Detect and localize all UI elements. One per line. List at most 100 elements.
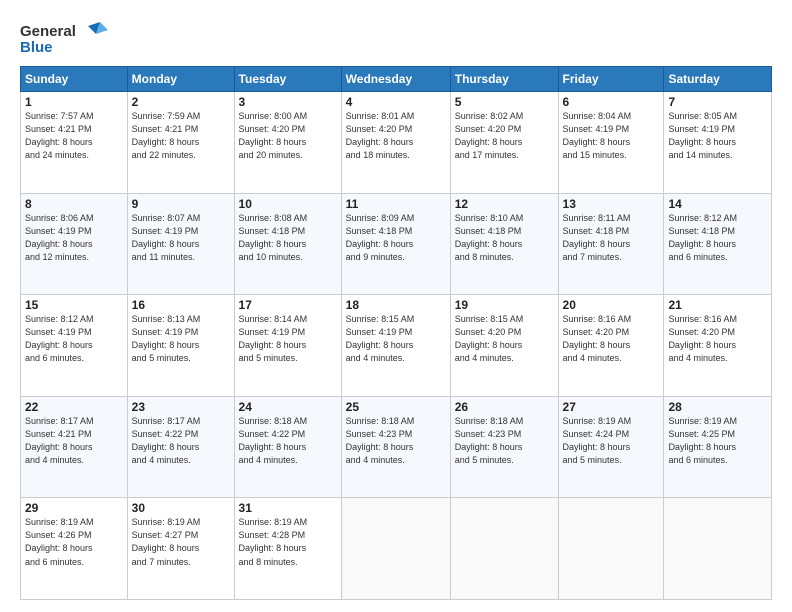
calendar-cell: 15Sunrise: 8:12 AM Sunset: 4:19 PM Dayli… <box>21 295 128 397</box>
day-number: 8 <box>25 197 123 211</box>
calendar-cell: 23Sunrise: 8:17 AM Sunset: 4:22 PM Dayli… <box>127 396 234 498</box>
day-number: 30 <box>132 501 230 515</box>
day-number: 11 <box>346 197 446 211</box>
day-info: Sunrise: 8:12 AM Sunset: 4:19 PM Dayligh… <box>25 313 123 365</box>
day-number: 10 <box>239 197 337 211</box>
day-number: 25 <box>346 400 446 414</box>
weekday-header-thursday: Thursday <box>450 67 558 92</box>
day-info: Sunrise: 8:19 AM Sunset: 4:24 PM Dayligh… <box>563 415 660 467</box>
calendar-cell: 13Sunrise: 8:11 AM Sunset: 4:18 PM Dayli… <box>558 193 664 295</box>
calendar-cell: 14Sunrise: 8:12 AM Sunset: 4:18 PM Dayli… <box>664 193 772 295</box>
calendar-cell: 17Sunrise: 8:14 AM Sunset: 4:19 PM Dayli… <box>234 295 341 397</box>
day-info: Sunrise: 8:15 AM Sunset: 4:19 PM Dayligh… <box>346 313 446 365</box>
calendar-cell: 22Sunrise: 8:17 AM Sunset: 4:21 PM Dayli… <box>21 396 128 498</box>
weekday-header-friday: Friday <box>558 67 664 92</box>
day-info: Sunrise: 8:18 AM Sunset: 4:22 PM Dayligh… <box>239 415 337 467</box>
day-number: 20 <box>563 298 660 312</box>
svg-text:General: General <box>20 23 76 40</box>
day-number: 31 <box>239 501 337 515</box>
calendar-cell <box>558 498 664 600</box>
day-info: Sunrise: 8:14 AM Sunset: 4:19 PM Dayligh… <box>239 313 337 365</box>
day-info: Sunrise: 8:10 AM Sunset: 4:18 PM Dayligh… <box>455 212 554 264</box>
calendar-cell <box>341 498 450 600</box>
day-info: Sunrise: 8:18 AM Sunset: 4:23 PM Dayligh… <box>346 415 446 467</box>
weekday-header-tuesday: Tuesday <box>234 67 341 92</box>
weekday-header-sunday: Sunday <box>21 67 128 92</box>
calendar-cell: 27Sunrise: 8:19 AM Sunset: 4:24 PM Dayli… <box>558 396 664 498</box>
day-number: 29 <box>25 501 123 515</box>
page: General Blue SundayMondayTuesdayWednesda… <box>0 0 792 612</box>
day-number: 17 <box>239 298 337 312</box>
day-number: 6 <box>563 95 660 109</box>
day-info: Sunrise: 8:17 AM Sunset: 4:22 PM Dayligh… <box>132 415 230 467</box>
weekday-header-row: SundayMondayTuesdayWednesdayThursdayFrid… <box>21 67 772 92</box>
calendar-cell: 26Sunrise: 8:18 AM Sunset: 4:23 PM Dayli… <box>450 396 558 498</box>
day-info: Sunrise: 8:06 AM Sunset: 4:19 PM Dayligh… <box>25 212 123 264</box>
day-number: 26 <box>455 400 554 414</box>
day-number: 16 <box>132 298 230 312</box>
calendar-cell: 8Sunrise: 8:06 AM Sunset: 4:19 PM Daylig… <box>21 193 128 295</box>
day-number: 4 <box>346 95 446 109</box>
calendar-cell: 25Sunrise: 8:18 AM Sunset: 4:23 PM Dayli… <box>341 396 450 498</box>
day-info: Sunrise: 8:01 AM Sunset: 4:20 PM Dayligh… <box>346 110 446 162</box>
day-info: Sunrise: 7:57 AM Sunset: 4:21 PM Dayligh… <box>25 110 123 162</box>
day-number: 1 <box>25 95 123 109</box>
calendar-week-1: 1Sunrise: 7:57 AM Sunset: 4:21 PM Daylig… <box>21 92 772 194</box>
day-number: 2 <box>132 95 230 109</box>
day-number: 23 <box>132 400 230 414</box>
day-info: Sunrise: 8:19 AM Sunset: 4:25 PM Dayligh… <box>668 415 767 467</box>
weekday-header-wednesday: Wednesday <box>341 67 450 92</box>
calendar-cell <box>664 498 772 600</box>
day-info: Sunrise: 8:00 AM Sunset: 4:20 PM Dayligh… <box>239 110 337 162</box>
day-number: 3 <box>239 95 337 109</box>
calendar-cell: 20Sunrise: 8:16 AM Sunset: 4:20 PM Dayli… <box>558 295 664 397</box>
day-info: Sunrise: 8:11 AM Sunset: 4:18 PM Dayligh… <box>563 212 660 264</box>
calendar-cell: 16Sunrise: 8:13 AM Sunset: 4:19 PM Dayli… <box>127 295 234 397</box>
day-number: 12 <box>455 197 554 211</box>
calendar-cell: 6Sunrise: 8:04 AM Sunset: 4:19 PM Daylig… <box>558 92 664 194</box>
calendar-cell <box>450 498 558 600</box>
day-info: Sunrise: 8:15 AM Sunset: 4:20 PM Dayligh… <box>455 313 554 365</box>
calendar-cell: 9Sunrise: 8:07 AM Sunset: 4:19 PM Daylig… <box>127 193 234 295</box>
day-info: Sunrise: 7:59 AM Sunset: 4:21 PM Dayligh… <box>132 110 230 162</box>
calendar-cell: 19Sunrise: 8:15 AM Sunset: 4:20 PM Dayli… <box>450 295 558 397</box>
day-info: Sunrise: 8:09 AM Sunset: 4:18 PM Dayligh… <box>346 212 446 264</box>
logo: General Blue <box>20 18 110 56</box>
calendar-cell: 1Sunrise: 7:57 AM Sunset: 4:21 PM Daylig… <box>21 92 128 194</box>
day-number: 13 <box>563 197 660 211</box>
day-number: 19 <box>455 298 554 312</box>
calendar-cell: 11Sunrise: 8:09 AM Sunset: 4:18 PM Dayli… <box>341 193 450 295</box>
calendar-table: SundayMondayTuesdayWednesdayThursdayFrid… <box>20 66 772 600</box>
calendar-cell: 10Sunrise: 8:08 AM Sunset: 4:18 PM Dayli… <box>234 193 341 295</box>
logo-icon: General Blue <box>20 18 110 56</box>
calendar-cell: 12Sunrise: 8:10 AM Sunset: 4:18 PM Dayli… <box>450 193 558 295</box>
calendar-cell: 4Sunrise: 8:01 AM Sunset: 4:20 PM Daylig… <box>341 92 450 194</box>
calendar-week-5: 29Sunrise: 8:19 AM Sunset: 4:26 PM Dayli… <box>21 498 772 600</box>
svg-text:Blue: Blue <box>20 39 53 56</box>
calendar-cell: 31Sunrise: 8:19 AM Sunset: 4:28 PM Dayli… <box>234 498 341 600</box>
day-info: Sunrise: 8:04 AM Sunset: 4:19 PM Dayligh… <box>563 110 660 162</box>
calendar-cell: 24Sunrise: 8:18 AM Sunset: 4:22 PM Dayli… <box>234 396 341 498</box>
day-info: Sunrise: 8:05 AM Sunset: 4:19 PM Dayligh… <box>668 110 767 162</box>
calendar-cell: 29Sunrise: 8:19 AM Sunset: 4:26 PM Dayli… <box>21 498 128 600</box>
day-number: 18 <box>346 298 446 312</box>
day-info: Sunrise: 8:19 AM Sunset: 4:28 PM Dayligh… <box>239 516 337 568</box>
day-number: 21 <box>668 298 767 312</box>
day-number: 24 <box>239 400 337 414</box>
calendar-week-3: 15Sunrise: 8:12 AM Sunset: 4:19 PM Dayli… <box>21 295 772 397</box>
calendar-cell: 3Sunrise: 8:00 AM Sunset: 4:20 PM Daylig… <box>234 92 341 194</box>
day-info: Sunrise: 8:13 AM Sunset: 4:19 PM Dayligh… <box>132 313 230 365</box>
day-info: Sunrise: 8:19 AM Sunset: 4:26 PM Dayligh… <box>25 516 123 568</box>
calendar-cell: 5Sunrise: 8:02 AM Sunset: 4:20 PM Daylig… <box>450 92 558 194</box>
day-info: Sunrise: 8:17 AM Sunset: 4:21 PM Dayligh… <box>25 415 123 467</box>
calendar-header: SundayMondayTuesdayWednesdayThursdayFrid… <box>21 67 772 92</box>
calendar-cell: 18Sunrise: 8:15 AM Sunset: 4:19 PM Dayli… <box>341 295 450 397</box>
calendar-body: 1Sunrise: 7:57 AM Sunset: 4:21 PM Daylig… <box>21 92 772 600</box>
day-number: 7 <box>668 95 767 109</box>
day-number: 28 <box>668 400 767 414</box>
day-info: Sunrise: 8:07 AM Sunset: 4:19 PM Dayligh… <box>132 212 230 264</box>
day-number: 27 <box>563 400 660 414</box>
day-info: Sunrise: 8:08 AM Sunset: 4:18 PM Dayligh… <box>239 212 337 264</box>
calendar-week-4: 22Sunrise: 8:17 AM Sunset: 4:21 PM Dayli… <box>21 396 772 498</box>
calendar-cell: 21Sunrise: 8:16 AM Sunset: 4:20 PM Dayli… <box>664 295 772 397</box>
